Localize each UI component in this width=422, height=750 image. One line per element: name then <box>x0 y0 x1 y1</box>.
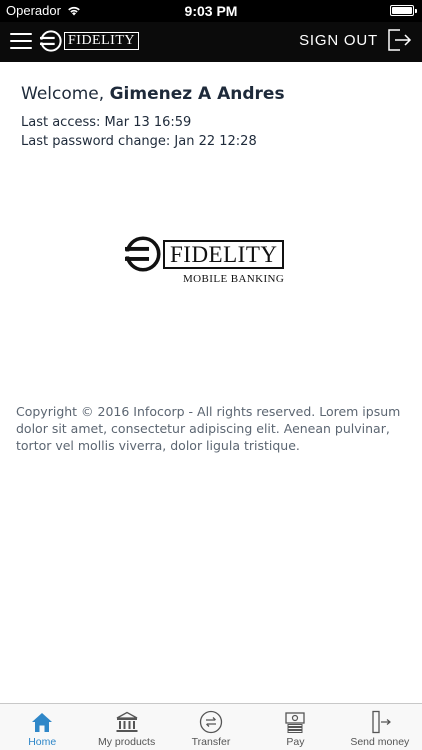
battery-icon <box>390 5 417 16</box>
copyright-text: Copyright © 2016 Infocorp - All rights r… <box>16 404 401 453</box>
tab-bar: Home My products Transfer Pay Send money <box>0 703 422 750</box>
fidelity-logo-mark-icon <box>40 30 62 52</box>
bank-icon <box>116 711 138 732</box>
brand-logo: FIDELITY MOBILE BANKING <box>125 236 297 285</box>
header-logo-text: FIDELITY <box>64 32 139 50</box>
last-password-change-text: Last password change: Jan 22 12:28 <box>21 134 257 149</box>
tab-send-money[interactable]: Send money <box>338 704 422 750</box>
status-time: 9:03 PM <box>184 3 238 19</box>
menu-icon-bar <box>10 47 32 49</box>
welcome-heading: Welcome, Gimenez A Andres <box>21 84 285 104</box>
fidelity-logo-mark-icon <box>125 236 161 272</box>
status-bar: Operador 9:03 PM <box>0 0 422 22</box>
tab-pay[interactable]: Pay <box>253 704 337 750</box>
tab-transfer-label: Transfer <box>191 736 231 748</box>
welcome-greeting: Welcome, <box>21 84 105 104</box>
app-header: FIDELITY SIGN OUT <box>0 22 422 62</box>
menu-icon-bar <box>10 33 32 35</box>
brand-subtitle: MOBILE BANKING <box>183 273 285 285</box>
tab-send-money-label: Send money <box>350 736 410 748</box>
menu-button[interactable] <box>10 32 32 50</box>
tab-pay-label: Pay <box>286 736 305 748</box>
tab-home-label: Home <box>28 736 57 748</box>
home-icon <box>32 713 53 732</box>
user-name: Gimenez A Andres <box>109 84 285 104</box>
tab-home[interactable]: Home <box>0 704 84 750</box>
transfer-icon <box>199 710 223 734</box>
tab-transfer[interactable]: Transfer <box>169 704 253 750</box>
sign-out-icon <box>388 29 412 51</box>
send-money-icon <box>372 710 391 734</box>
pay-icon <box>285 712 306 733</box>
brand-logo-text: FIDELITY <box>163 239 285 269</box>
sign-out-button[interactable]: SIGN OUT <box>299 27 412 53</box>
tab-my-products[interactable]: My products <box>84 704 168 750</box>
menu-icon-bar <box>10 40 32 42</box>
tab-my-products-label: My products <box>98 736 156 748</box>
last-access-text: Last access: Mar 13 16:59 <box>21 115 192 130</box>
sign-out-label: SIGN OUT <box>299 31 378 49</box>
header-logo: FIDELITY <box>40 30 139 52</box>
